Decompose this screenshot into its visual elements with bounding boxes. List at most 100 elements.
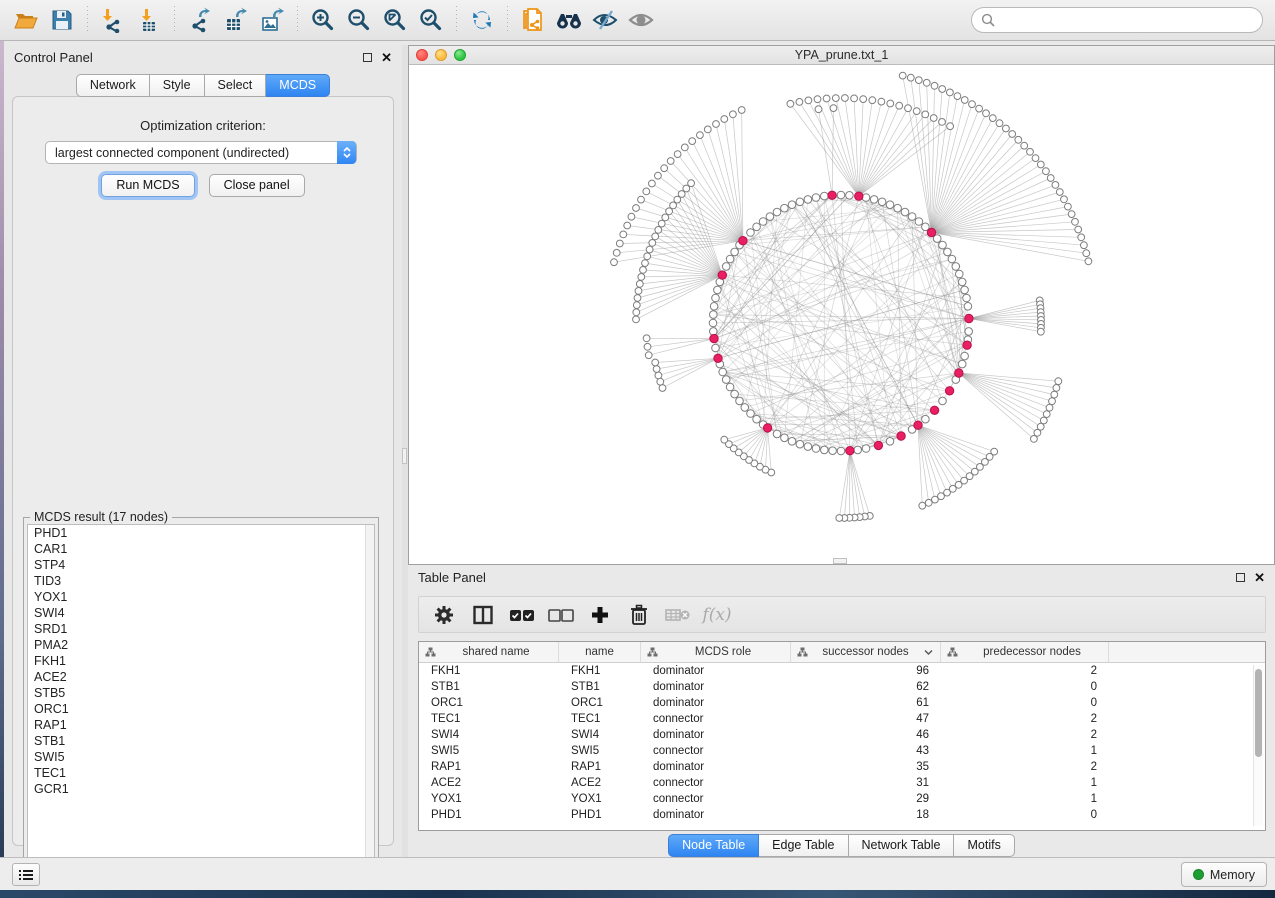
- cell-shared-name[interactable]: TEC1: [419, 711, 559, 727]
- cell-predecessor-nodes[interactable]: 2: [941, 759, 1109, 775]
- float-panel-icon[interactable]: [363, 53, 372, 62]
- import-network-icon[interactable]: [95, 3, 131, 37]
- cell-MCDS-role[interactable]: dominator: [641, 663, 791, 679]
- search-input[interactable]: [996, 13, 1253, 27]
- mcds-result-item[interactable]: RAP1: [28, 717, 374, 733]
- mcds-result-item[interactable]: ORC1: [28, 701, 374, 717]
- search-box[interactable]: [971, 7, 1263, 33]
- export-network-icon[interactable]: [182, 3, 218, 37]
- cell-MCDS-role[interactable]: connector: [641, 791, 791, 807]
- window-close-icon[interactable]: [416, 49, 428, 61]
- tab-network[interactable]: Network: [76, 74, 150, 97]
- cell-name[interactable]: PHD1: [559, 807, 641, 823]
- cell-successor-nodes[interactable]: 35: [791, 759, 941, 775]
- cell-successor-nodes[interactable]: 29: [791, 791, 941, 807]
- run-mcds-button[interactable]: Run MCDS: [101, 174, 194, 197]
- mcds-result-item[interactable]: SWI5: [28, 749, 374, 765]
- tab-network-table[interactable]: Network Table: [849, 834, 955, 857]
- cell-shared-name[interactable]: RAP1: [419, 759, 559, 775]
- mcds-result-item[interactable]: STB5: [28, 685, 374, 701]
- mcds-result-item[interactable]: SWI4: [28, 605, 374, 621]
- mcds-result-item[interactable]: SRD1: [28, 621, 374, 637]
- save-icon[interactable]: [44, 3, 80, 37]
- show-detail-icon[interactable]: [623, 3, 659, 37]
- hide-detail-icon[interactable]: [587, 3, 623, 37]
- cell-MCDS-role[interactable]: dominator: [641, 759, 791, 775]
- network-canvas[interactable]: [409, 65, 1274, 564]
- cell-predecessor-nodes[interactable]: 1: [941, 791, 1109, 807]
- tab-mcds[interactable]: MCDS: [266, 74, 330, 97]
- cell-predecessor-nodes[interactable]: 0: [941, 695, 1109, 711]
- import-table-icon[interactable]: [131, 3, 167, 37]
- add-icon[interactable]: [587, 602, 613, 628]
- zoom-selected-icon[interactable]: [413, 3, 449, 37]
- cell-predecessor-nodes[interactable]: 2: [941, 727, 1109, 743]
- cell-predecessor-nodes[interactable]: 1: [941, 775, 1109, 791]
- export-table-icon[interactable]: [218, 3, 254, 37]
- settings-icon[interactable]: [431, 602, 457, 628]
- tab-select[interactable]: Select: [205, 74, 267, 97]
- cell-predecessor-nodes[interactable]: 0: [941, 807, 1109, 823]
- zoom-fit-icon[interactable]: [377, 3, 413, 37]
- tab-edge-table[interactable]: Edge Table: [759, 834, 848, 857]
- cell-shared-name[interactable]: YOX1: [419, 791, 559, 807]
- cell-MCDS-role[interactable]: connector: [641, 743, 791, 759]
- mcds-result-item[interactable]: CAR1: [28, 541, 374, 557]
- mcds-result-item[interactable]: YOX1: [28, 589, 374, 605]
- table-row[interactable]: YOX1YOX1connector291: [419, 791, 1265, 807]
- table-row[interactable]: SWI5SWI5connector431: [419, 743, 1265, 759]
- refresh-icon[interactable]: [464, 3, 500, 37]
- column-header-name[interactable]: name: [559, 642, 641, 662]
- cell-shared-name[interactable]: PHD1: [419, 807, 559, 823]
- cell-successor-nodes[interactable]: 62: [791, 679, 941, 695]
- table-row[interactable]: PHD1PHD1dominator180: [419, 807, 1265, 823]
- cell-MCDS-role[interactable]: connector: [641, 775, 791, 791]
- cell-predecessor-nodes[interactable]: 0: [941, 679, 1109, 695]
- table-row[interactable]: FKH1FKH1dominator962: [419, 663, 1265, 679]
- share-document-icon[interactable]: [515, 3, 551, 37]
- cell-successor-nodes[interactable]: 43: [791, 743, 941, 759]
- table-scrollbar[interactable]: [1253, 665, 1263, 826]
- network-window-titlebar[interactable]: YPA_prune.txt_1: [409, 46, 1274, 65]
- mcds-result-item[interactable]: TID3: [28, 573, 374, 589]
- cell-MCDS-role[interactable]: connector: [641, 711, 791, 727]
- mcds-result-item[interactable]: FKH1: [28, 653, 374, 669]
- cell-predecessor-nodes[interactable]: 2: [941, 663, 1109, 679]
- optimization-select[interactable]: largest connected component (undirected): [45, 141, 357, 164]
- close-panel-button[interactable]: Close panel: [209, 174, 305, 197]
- table-row[interactable]: ACE2ACE2connector311: [419, 775, 1265, 791]
- cell-successor-nodes[interactable]: 47: [791, 711, 941, 727]
- open-icon[interactable]: [8, 3, 44, 37]
- cell-MCDS-role[interactable]: dominator: [641, 695, 791, 711]
- mcds-result-item[interactable]: TEC1: [28, 765, 374, 781]
- window-zoom-icon[interactable]: [454, 49, 466, 61]
- cell-shared-name[interactable]: FKH1: [419, 663, 559, 679]
- column-header-shared-name[interactable]: shared name: [419, 642, 559, 662]
- table-row[interactable]: SWI4SWI4dominator462: [419, 727, 1265, 743]
- memory-button[interactable]: Memory: [1181, 862, 1267, 887]
- cell-successor-nodes[interactable]: 96: [791, 663, 941, 679]
- table-row[interactable]: TEC1TEC1connector472: [419, 711, 1265, 727]
- select-all-icon[interactable]: [509, 602, 535, 628]
- cell-MCDS-role[interactable]: dominator: [641, 679, 791, 695]
- cell-successor-nodes[interactable]: 46: [791, 727, 941, 743]
- splitter-handle[interactable]: [402, 448, 407, 464]
- search-network-icon[interactable]: [551, 3, 587, 37]
- delete-icon[interactable]: [626, 602, 652, 628]
- mcds-result-item[interactable]: PHD1: [28, 525, 374, 541]
- close-table-panel-icon[interactable]: ✕: [1254, 573, 1265, 582]
- cell-MCDS-role[interactable]: dominator: [641, 727, 791, 743]
- cell-shared-name[interactable]: SWI5: [419, 743, 559, 759]
- table-row[interactable]: RAP1RAP1dominator352: [419, 759, 1265, 775]
- cell-name[interactable]: FKH1: [559, 663, 641, 679]
- cell-shared-name[interactable]: ORC1: [419, 695, 559, 711]
- cell-name[interactable]: YOX1: [559, 791, 641, 807]
- cell-name[interactable]: TEC1: [559, 711, 641, 727]
- cell-successor-nodes[interactable]: 18: [791, 807, 941, 823]
- sort-descending-icon[interactable]: [924, 649, 933, 655]
- column-header-predecessor-nodes[interactable]: predecessor nodes: [941, 642, 1109, 662]
- cell-successor-nodes[interactable]: 31: [791, 775, 941, 791]
- mcds-list-scrollbar[interactable]: [365, 525, 374, 884]
- tab-motifs[interactable]: Motifs: [954, 834, 1014, 857]
- cell-name[interactable]: SWI5: [559, 743, 641, 759]
